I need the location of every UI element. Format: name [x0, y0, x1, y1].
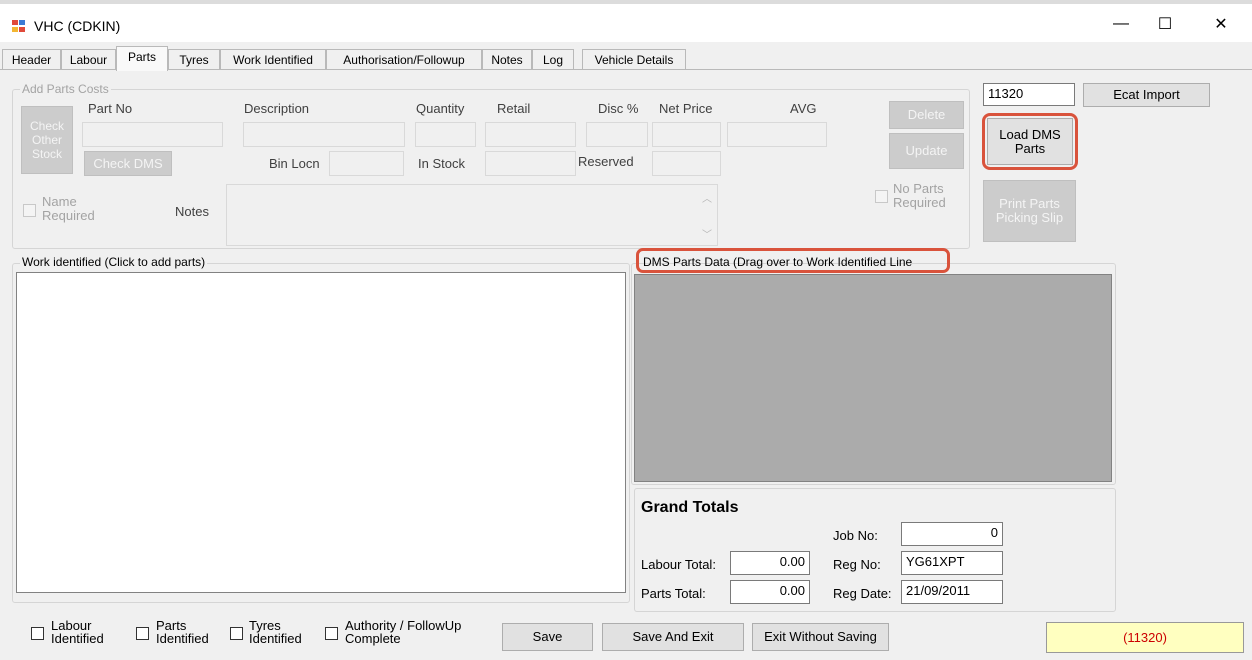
- tab-panel-border: [0, 69, 1252, 70]
- reg-date-label: Reg Date:: [833, 586, 892, 601]
- tyres-identified-label: Tyres Identified: [249, 618, 302, 646]
- description-label: Description: [244, 101, 310, 116]
- tab-parts[interactable]: Parts: [116, 46, 168, 71]
- tab-work-identified[interactable]: Work Identified: [220, 49, 326, 70]
- notes-field[interactable]: [226, 184, 718, 246]
- quantity-field[interactable]: [415, 122, 476, 147]
- parts-identified-checkbox[interactable]: [136, 627, 149, 640]
- close-icon[interactable]: ✕: [1198, 8, 1244, 40]
- parts-total-field[interactable]: 0.00: [730, 580, 810, 604]
- job-no-field[interactable]: 0: [901, 522, 1003, 546]
- tab-tyres[interactable]: Tyres: [168, 49, 220, 70]
- labour-identified-label: Labour Identified: [51, 618, 104, 646]
- update-button[interactable]: Update: [889, 133, 964, 169]
- bin-locn-label: Bin Locn: [269, 156, 320, 171]
- tab-authorisation-followup[interactable]: Authorisation/Followup: [326, 49, 482, 70]
- no-parts-required-label: No Parts Required: [893, 181, 946, 210]
- maximize-icon[interactable]: ☐: [1142, 8, 1188, 40]
- load-dms-parts-button[interactable]: Load DMS Parts: [987, 118, 1073, 165]
- title-bar: VHC (CDKIN) — ☐ ✕: [0, 4, 1252, 42]
- window-title: VHC (CDKIN): [34, 18, 121, 34]
- reg-date-field[interactable]: 21/09/2011: [901, 580, 1003, 604]
- print-parts-picking-slip-button[interactable]: Print Parts Picking Slip: [983, 180, 1076, 242]
- tab-notes[interactable]: Notes: [482, 49, 532, 70]
- reg-no-field[interactable]: YG61XPT: [901, 551, 1003, 575]
- app-icon: [12, 20, 26, 33]
- labour-total-field[interactable]: 0.00: [730, 551, 810, 575]
- quantity-label: Quantity: [416, 101, 465, 116]
- tab-strip: Header Labour Parts Tyres Work Identifie…: [0, 46, 1252, 71]
- dms-parts-title: DMS Parts Data (Drag over to Work Identi…: [643, 255, 913, 269]
- name-required-checkbox[interactable]: [23, 204, 36, 217]
- check-dms-button[interactable]: Check DMS: [84, 151, 172, 176]
- disc-field[interactable]: [586, 122, 648, 147]
- work-identified-list[interactable]: [16, 272, 626, 593]
- avg-label: AVG: [790, 101, 817, 116]
- reserved-label: Reserved: [578, 154, 634, 169]
- tab-labour[interactable]: Labour: [61, 49, 116, 70]
- authority-followup-complete-label: Authority / FollowUp Complete: [345, 618, 462, 646]
- tyres-identified-checkbox[interactable]: [230, 627, 243, 640]
- delete-button[interactable]: Delete: [889, 101, 964, 129]
- parts-total-label: Parts Total:: [641, 586, 706, 601]
- labour-identified-checkbox[interactable]: [31, 627, 44, 640]
- check-other-stock-button[interactable]: Check Other Stock: [21, 106, 73, 174]
- work-identified-title: Work identified (Click to add parts): [20, 255, 208, 269]
- part-no-label: Part No: [88, 101, 133, 116]
- labour-total-label: Labour Total:: [641, 557, 716, 572]
- avg-field[interactable]: [727, 122, 827, 147]
- scroll-down-icon[interactable]: ﹀: [702, 226, 712, 241]
- dms-parts-grid[interactable]: [634, 274, 1112, 482]
- notes-label: Notes: [175, 204, 209, 219]
- scroll-up-icon[interactable]: ︿: [702, 190, 712, 205]
- minimize-icon[interactable]: —: [1098, 8, 1144, 40]
- exit-without-saving-button[interactable]: Exit Without Saving: [752, 623, 889, 651]
- bin-locn-field[interactable]: [329, 151, 404, 176]
- description-field[interactable]: [243, 122, 405, 147]
- save-and-exit-button[interactable]: Save And Exit: [602, 623, 744, 651]
- part-no-field[interactable]: [82, 122, 223, 147]
- name-required-label: Name Required: [42, 194, 95, 223]
- save-button[interactable]: Save: [502, 623, 593, 651]
- retail-label: Retail: [497, 101, 531, 116]
- tab-log[interactable]: Log: [532, 49, 574, 70]
- reg-no-label: Reg No:: [833, 557, 881, 572]
- ecat-import-button[interactable]: Ecat Import: [1083, 83, 1210, 107]
- parts-identified-label: Parts Identified: [156, 618, 209, 646]
- tab-vehicle-details[interactable]: Vehicle Details: [582, 49, 686, 70]
- add-parts-costs-title: Add Parts Costs: [20, 82, 111, 96]
- in-stock-label: In Stock: [418, 156, 465, 171]
- net-price-field[interactable]: [652, 122, 721, 147]
- status-indicator: (11320): [1046, 622, 1244, 653]
- tab-header[interactable]: Header: [2, 49, 61, 70]
- retail-field[interactable]: [485, 122, 576, 147]
- job-number-field[interactable]: 11320: [983, 83, 1075, 106]
- reserved-field[interactable]: [652, 151, 721, 176]
- net-price-label: Net Price: [659, 101, 713, 116]
- no-parts-required-checkbox[interactable]: [875, 190, 888, 203]
- disc-label: Disc %: [598, 101, 639, 116]
- job-no-label: Job No:: [833, 528, 878, 543]
- in-stock-field[interactable]: [485, 151, 576, 176]
- authority-followup-complete-checkbox[interactable]: [325, 627, 338, 640]
- grand-totals-title: Grand Totals: [641, 499, 739, 516]
